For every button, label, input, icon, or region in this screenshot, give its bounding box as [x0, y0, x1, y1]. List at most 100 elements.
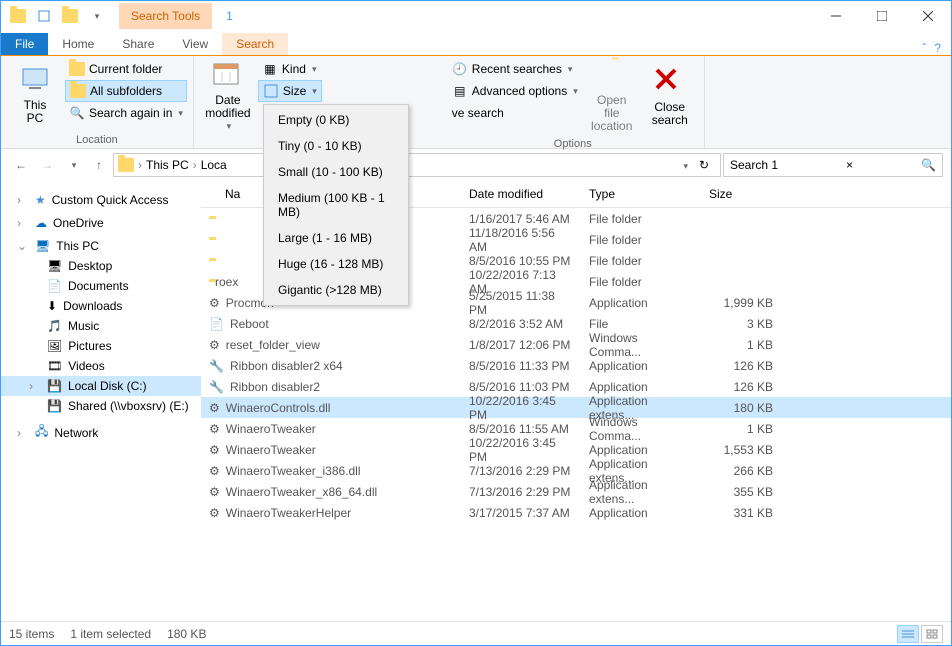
titlebar: Search Tools 1	[1, 1, 951, 31]
folder-icon	[69, 62, 85, 76]
file-row[interactable]: ⚙WinaeroControls.dll10/22/2016 3:45 PMAp…	[201, 397, 951, 418]
status-selected: 1 item selected	[70, 627, 151, 641]
kind-button[interactable]: ▦Kind	[258, 58, 322, 80]
file-icon: ⚙	[209, 401, 220, 415]
nav-quick-access[interactable]: ›★Custom Quick Access	[1, 187, 201, 210]
this-pc-button[interactable]: This PC	[7, 58, 63, 132]
back-button[interactable]: ←	[9, 153, 33, 177]
folder-icon	[118, 158, 134, 172]
search-icon: 🔍	[69, 105, 85, 121]
view-details-button[interactable]	[897, 625, 919, 643]
help-icon[interactable]: ?	[934, 41, 941, 55]
file-tab[interactable]: File	[1, 33, 48, 55]
col-date[interactable]: Date modified	[461, 181, 581, 207]
file-row[interactable]: 📄Reboot8/2/2016 3:52 AMFile3 KB	[201, 313, 951, 334]
clock-icon: 🕘	[452, 61, 468, 77]
size-option-medium[interactable]: Medium (100 KB - 1 MB)	[266, 185, 406, 225]
tab-view[interactable]: View	[168, 33, 222, 55]
nav-this-pc[interactable]: ⌄🖥This PC	[1, 233, 201, 256]
all-subfolders-button[interactable]: All subfolders	[65, 80, 187, 102]
ribbon-collapse-icon[interactable]: ˆ	[922, 41, 926, 55]
search-icon[interactable]: 🔍	[921, 158, 936, 172]
group-options-label: Options	[448, 136, 698, 152]
address-input[interactable]: › This PC › Loca ↻	[113, 153, 721, 177]
cloud-icon: ☁	[35, 216, 47, 230]
contextual-tab-label: Search Tools	[119, 3, 212, 29]
view-large-button[interactable]	[921, 625, 943, 643]
nav-network[interactable]: ›🖧Network	[1, 416, 201, 446]
nav-shared-vboxsrv-e-[interactable]: 💾Shared (\\vboxsrv) (E:)	[1, 396, 201, 416]
file-row[interactable]: ⚙WinaeroTweakerHelper3/17/2015 7:37 AMAp…	[201, 502, 951, 523]
nav-videos[interactable]: 🎞Videos	[1, 356, 201, 376]
address-dropdown[interactable]	[681, 158, 688, 172]
nav-downloads[interactable]: ⬇Downloads	[1, 296, 201, 316]
folder-icon	[70, 84, 86, 98]
minimize-button[interactable]	[813, 1, 859, 31]
folder-open-icon	[596, 60, 628, 92]
explorer-window: Search Tools 1 File Home Share View Sear…	[0, 0, 952, 646]
file-row[interactable]: ⚙WinaeroTweaker_i386.dll7/13/2016 2:29 P…	[201, 460, 951, 481]
date-modified-button[interactable]: Date modified	[200, 58, 256, 134]
qat-customize[interactable]	[85, 5, 107, 27]
file-icon: ⚙	[209, 338, 220, 352]
size-option-huge[interactable]: Huge (16 - 128 MB)	[266, 251, 406, 277]
file-row[interactable]: ⚙reset_folder_view1/8/2017 12:06 PMWindo…	[201, 334, 951, 355]
size-option-empty[interactable]: Empty (0 KB)	[266, 107, 406, 133]
file-row[interactable]: ⚙WinaeroTweaker_x86_64.dll7/13/2016 2:29…	[201, 481, 951, 502]
size-option-large[interactable]: Large (1 - 16 MB)	[266, 225, 406, 251]
save-search-button[interactable]: ve search	[448, 102, 582, 124]
maximize-button[interactable]	[859, 1, 905, 31]
size-icon	[263, 83, 279, 99]
size-option-gigantic[interactable]: Gigantic (>128 MB)	[266, 277, 406, 303]
status-size: 180 KB	[167, 627, 206, 641]
options-icon: ▤	[452, 83, 468, 99]
system-icon[interactable]	[7, 5, 29, 27]
file-icon: ⚙	[209, 296, 220, 310]
nav-pictures[interactable]: 🖼Pictures	[1, 336, 201, 356]
size-option-small[interactable]: Small (10 - 100 KB)	[266, 159, 406, 185]
file-icon: ⚙	[209, 422, 220, 436]
advanced-options-button[interactable]: ▤Advanced options	[448, 80, 582, 102]
qat-properties[interactable]	[33, 5, 55, 27]
network-icon: 🖧	[35, 422, 48, 443]
ribbon-tabs: File Home Share View Search ˆ ?	[1, 31, 951, 55]
search-input[interactable]: Search 1 × 🔍	[723, 153, 943, 177]
window-title: 1	[226, 9, 233, 23]
status-count: 15 items	[9, 627, 54, 641]
calendar-icon	[212, 60, 244, 92]
file-row[interactable]: 🔧Ribbon disabler2 x648/5/2016 11:33 PMAp…	[201, 355, 951, 376]
close-button[interactable]	[905, 1, 951, 31]
size-option-tiny[interactable]: Tiny (0 - 10 KB)	[266, 133, 406, 159]
nav-local-disk-c-[interactable]: ›💾Local Disk (C:)	[1, 376, 201, 396]
up-button[interactable]: ↑	[87, 153, 111, 177]
file-icon: ⚙	[209, 464, 220, 478]
size-dropdown-menu: Empty (0 KB) Tiny (0 - 10 KB) Small (10 …	[263, 104, 409, 306]
close-search-button[interactable]: Close search	[642, 58, 698, 136]
nav-documents[interactable]: 📄Documents	[1, 276, 201, 296]
tab-share[interactable]: Share	[108, 33, 168, 55]
qat-newfolder[interactable]	[59, 5, 81, 27]
group-location-label: Location	[7, 132, 187, 148]
history-button[interactable]	[61, 153, 85, 177]
tab-search[interactable]: Search	[222, 33, 288, 55]
nav-onedrive[interactable]: ›☁OneDrive	[1, 210, 201, 233]
nav-music[interactable]: 🎵Music	[1, 316, 201, 336]
breadcrumb[interactable]: This PC	[146, 158, 189, 172]
search-again-button[interactable]: 🔍Search again in	[65, 102, 187, 124]
size-button[interactable]: Size	[258, 80, 322, 102]
open-file-location-button[interactable]: Open file location	[584, 58, 640, 136]
tab-home[interactable]: Home	[48, 33, 108, 55]
navigation-pane: ›★Custom Quick Access ›☁OneDrive ⌄🖥This …	[1, 181, 201, 621]
file-row[interactable]: ⚙WinaeroTweaker10/22/2016 3:45 PMApplica…	[201, 439, 951, 460]
nav-desktop[interactable]: 🖥Desktop	[1, 256, 201, 276]
breadcrumb[interactable]: Loca	[201, 158, 227, 172]
clear-icon[interactable]: ×	[846, 158, 853, 172]
file-icon: ⚙	[209, 443, 220, 457]
col-type[interactable]: Type	[581, 181, 701, 207]
forward-button[interactable]: →	[35, 153, 59, 177]
file-icon: ⚙	[209, 485, 220, 499]
col-size[interactable]: Size	[701, 181, 781, 207]
refresh-button[interactable]: ↻	[692, 158, 716, 172]
current-folder-button[interactable]: Current folder	[65, 58, 187, 80]
recent-searches-button[interactable]: 🕘Recent searches	[448, 58, 582, 80]
